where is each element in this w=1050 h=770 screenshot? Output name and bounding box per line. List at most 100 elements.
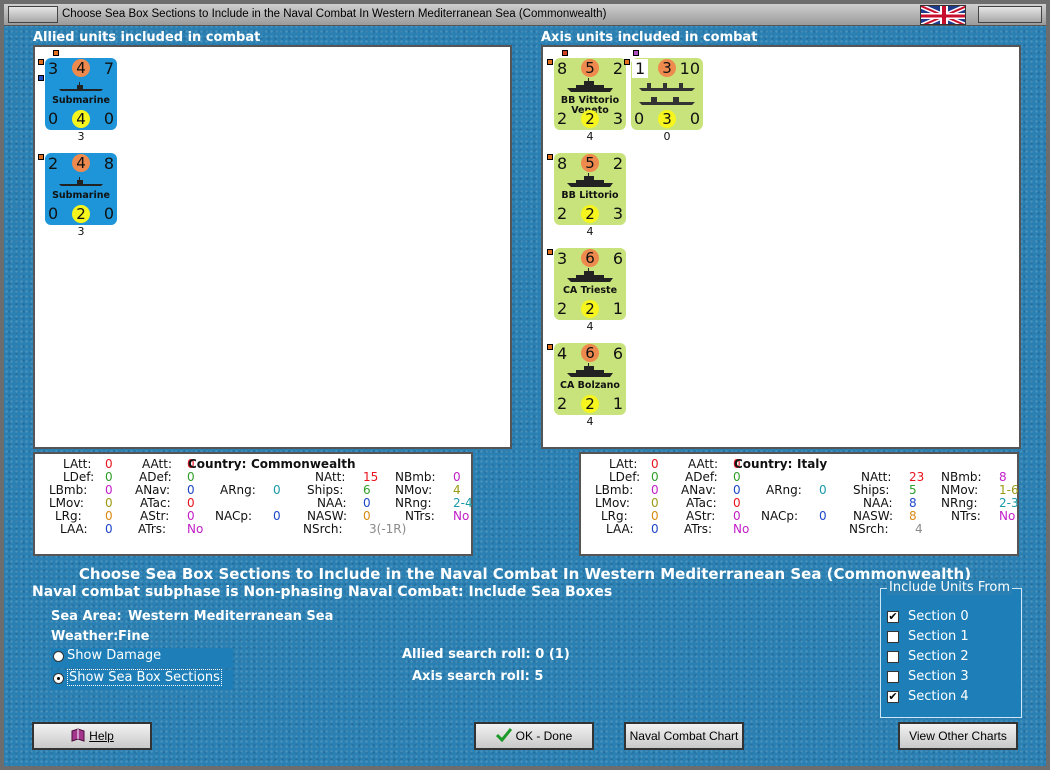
- allied-search-roll: Allied search roll: 0 (1): [402, 647, 570, 662]
- stat-value-anav: 0: [733, 483, 741, 497]
- stat-value-nasw: 8: [909, 509, 917, 523]
- country-value: Italy: [797, 457, 828, 471]
- unit-name: Submarine: [52, 190, 110, 201]
- warship-silhouette-icon: [567, 268, 613, 282]
- unit-attack-value: 2: [48, 154, 59, 173]
- stat-value-nasw: 0: [363, 509, 371, 523]
- stat-label-nrng: NRng:: [395, 496, 432, 510]
- subphase-text: Naval combat subphase is Non-phasing Nav…: [32, 584, 613, 600]
- section-0-checkbox[interactable]: ✔: [887, 611, 899, 623]
- show-sea-box-sections-option[interactable]: Show Sea Box Sections: [51, 669, 233, 690]
- unit-range-value: 7: [103, 59, 114, 78]
- unit-extra-value: 3: [612, 109, 623, 128]
- axis-unit-counter[interactable]: 8 5 2 BB Littorio 2 2 3: [554, 153, 626, 225]
- section-1-label: Section 1: [908, 629, 969, 644]
- unit-name: CA Trieste: [562, 285, 618, 296]
- weather-label: Weather:: [51, 629, 119, 644]
- stat-label-nacp: NACp:: [215, 509, 253, 523]
- unit-status-marker-icon: [38, 59, 44, 65]
- unit-strength-value: 5: [581, 154, 599, 172]
- unit-count-below: 3: [77, 225, 85, 238]
- include-section-0-row[interactable]: ✔ Section 0: [887, 609, 1007, 627]
- unit-extra-value: 1: [612, 394, 623, 413]
- stat-label-nmov: NMov:: [941, 483, 979, 497]
- allied-units-label: Allied units included in combat: [33, 30, 261, 45]
- show-damage-radio[interactable]: [53, 651, 64, 662]
- include-section-3-row[interactable]: Section 3: [887, 669, 1007, 687]
- unit-range-value: 10: [679, 59, 700, 78]
- stat-value-ntrs: No: [999, 509, 1016, 523]
- section-0-label: Section 0: [908, 609, 969, 624]
- stat-value-adef: 0: [187, 470, 195, 484]
- unit-strength-value: 4: [72, 154, 90, 172]
- allied-unit-counter[interactable]: 2 4 8 Submarine 0 2 0: [45, 153, 117, 225]
- include-section-2-row[interactable]: Section 2: [887, 649, 1007, 667]
- section-1-checkbox[interactable]: [887, 631, 899, 643]
- stat-value-natt: 15: [363, 470, 379, 484]
- stat-value-latt: 0: [651, 457, 659, 471]
- allied-stats-panel: LAtt: 0 LDef: 0 LBmb: 0 LMov: 0 LRg: 0 LAA: 0 AAtt: 0…: [33, 452, 473, 556]
- unit-attack-value: 3: [48, 59, 59, 78]
- unit-range-value: 6: [612, 344, 623, 363]
- axis-unit-counter[interactable]: 1 3 10 0 3 0: [631, 58, 703, 130]
- unit-flag-marker-icon: [562, 50, 568, 56]
- section-3-checkbox[interactable]: [887, 671, 899, 683]
- book-icon: [71, 728, 85, 742]
- naval-combat-chart-button[interactable]: Naval Combat Chart: [624, 722, 744, 750]
- dialog-window: Choose Sea Box Sections to Include in th…: [0, 0, 1050, 770]
- unit-aa-value: 2: [581, 300, 599, 318]
- section-2-label: Section 2: [908, 649, 969, 664]
- stat-label-ldef: LDef:: [63, 470, 95, 484]
- unit-status-marker-icon: [547, 154, 553, 160]
- axis-unit-counter[interactable]: 852BB Vittorio Veneto223: [554, 58, 626, 130]
- warship-silhouette-icon: [567, 363, 613, 377]
- help-button[interactable]: Help: [32, 722, 152, 750]
- stat-label-ships: Ships:: [307, 483, 344, 497]
- stat-label-arng: ARng:: [220, 483, 256, 497]
- unit-attack-value: 1: [632, 59, 649, 78]
- stat-label-lbmb: LBmb:: [595, 483, 634, 497]
- stat-label-atac: ATac:: [686, 496, 717, 510]
- stat-value-nsrch: 3(-1R): [369, 522, 407, 536]
- stat-label-natt: NAtt:: [861, 470, 892, 484]
- unit-side-marker-icon: [38, 75, 44, 81]
- stat-label-lbmb: LBmb:: [49, 483, 88, 497]
- show-sea-box-sections-radio[interactable]: [53, 673, 64, 684]
- section-2-checkbox[interactable]: [887, 651, 899, 663]
- include-section-4-row[interactable]: ✔ Section 4: [887, 689, 1007, 707]
- sea-area-label: Sea Area:: [51, 609, 122, 624]
- stat-label-lrg: LRg:: [601, 509, 628, 523]
- stat-label-atac: ATac:: [140, 496, 171, 510]
- stat-value-nbmb: 8: [999, 470, 1007, 484]
- include-units-group: Include Units From ✔ Section 0 Section 1 Se…: [880, 580, 1022, 718]
- warship-silhouette-icon: [567, 173, 613, 187]
- axis-unit-counter[interactable]: 4 6 6 CA Bolzano 2 2 1: [554, 343, 626, 415]
- unit-status-marker-icon: [547, 59, 553, 65]
- window-menu-button[interactable]: [8, 6, 58, 23]
- view-other-charts-button[interactable]: View Other Charts: [898, 722, 1018, 750]
- include-section-1-row[interactable]: Section 1: [887, 629, 1007, 647]
- unit-extra-value: 0: [103, 109, 114, 128]
- stat-value-naa: 0: [363, 496, 371, 510]
- stat-value-lmov: 0: [651, 496, 659, 510]
- stat-label-latt: LAtt:: [609, 457, 638, 471]
- section-4-checkbox[interactable]: ✔: [887, 691, 899, 703]
- stat-label-adef: ADef:: [139, 470, 172, 484]
- stat-label-adef: ADef:: [685, 470, 718, 484]
- include-units-legend: Include Units From: [887, 580, 1013, 595]
- stat-label-nmov: NMov:: [395, 483, 433, 497]
- allied-unit-counter[interactable]: 3 4 7 Submarine 0 4 0: [45, 58, 117, 130]
- stat-label-nsrch: NSrch:: [303, 522, 343, 536]
- axis-unit-counter[interactable]: 3 6 6 CA Trieste 2 2 1: [554, 248, 626, 320]
- stat-value-arng: 0: [273, 483, 281, 497]
- window-close-button[interactable]: [978, 6, 1042, 23]
- stat-label-anav: ANav:: [135, 483, 171, 497]
- stat-value-natt: 23: [909, 470, 925, 484]
- unit-aa-value: 4: [72, 110, 90, 128]
- stat-label-naa: NAA:: [317, 496, 347, 510]
- stat-label-astr: AStr:: [140, 509, 170, 523]
- ok-done-button[interactable]: OK - Done: [474, 722, 594, 750]
- show-damage-option[interactable]: Show Damage: [51, 648, 233, 668]
- stat-value-atac: 0: [187, 496, 195, 510]
- unit-flag-marker-icon: [53, 50, 59, 56]
